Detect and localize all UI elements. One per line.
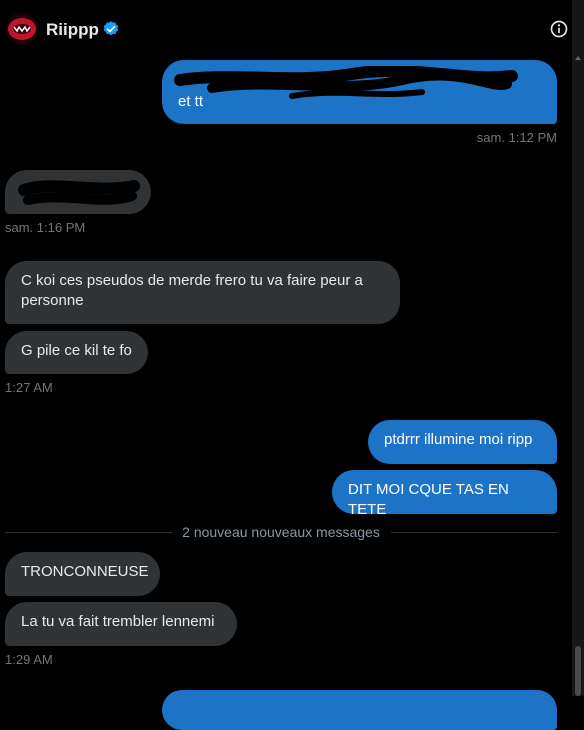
incoming-message[interactable]: G pile ce kil te fo [5,331,148,374]
incoming-message[interactable] [5,170,151,214]
message-text: C koi ces pseudos de merde frero tu va f… [21,272,363,309]
conversation-header: Riippp [0,0,572,56]
message-text: et tt [178,93,204,110]
message-text: ptdrrr illumine moi ripp [384,431,533,448]
message-text: DIT MOI CQUE TAS EN TETE [348,481,509,518]
avatar[interactable] [6,13,38,45]
message-text: TRONCONNEUSE [21,563,149,580]
message-timestamp: sam. 1:16 PM [5,220,86,235]
message-timestamp: sam. 1:12 PM [476,130,557,145]
outgoing-message[interactable] [162,690,557,730]
incoming-message[interactable]: La tu va fait trembler lennemi [5,602,237,646]
message-timestamp: 1:27 AM [5,380,53,395]
verified-badge-icon [103,21,119,36]
outgoing-message[interactable]: ptdrrr illumine moi ripp [368,420,557,464]
incoming-message[interactable]: C koi ces pseudos de merde frero tu va f… [5,261,400,324]
outgoing-message[interactable]: et tt [162,60,557,124]
info-icon[interactable] [549,19,569,39]
new-messages-divider: 2 nouveau nouveaux messages [182,524,380,540]
conversation-name[interactable]: Riippp [46,20,99,40]
message-text: La tu va fait trembler lennemi [21,613,215,630]
scroll-up-arrow-icon[interactable] [575,56,581,60]
incoming-message[interactable]: TRONCONNEUSE [5,552,160,596]
scroll-thumb[interactable] [575,646,581,696]
outgoing-message[interactable]: DIT MOI CQUE TAS EN TETE [332,470,557,518]
message-timestamp: 1:29 AM [5,652,53,667]
scrollbar[interactable] [572,0,584,696]
message-text: G pile ce kil te fo [21,342,132,359]
avatar-red-mouth-icon [6,13,38,45]
